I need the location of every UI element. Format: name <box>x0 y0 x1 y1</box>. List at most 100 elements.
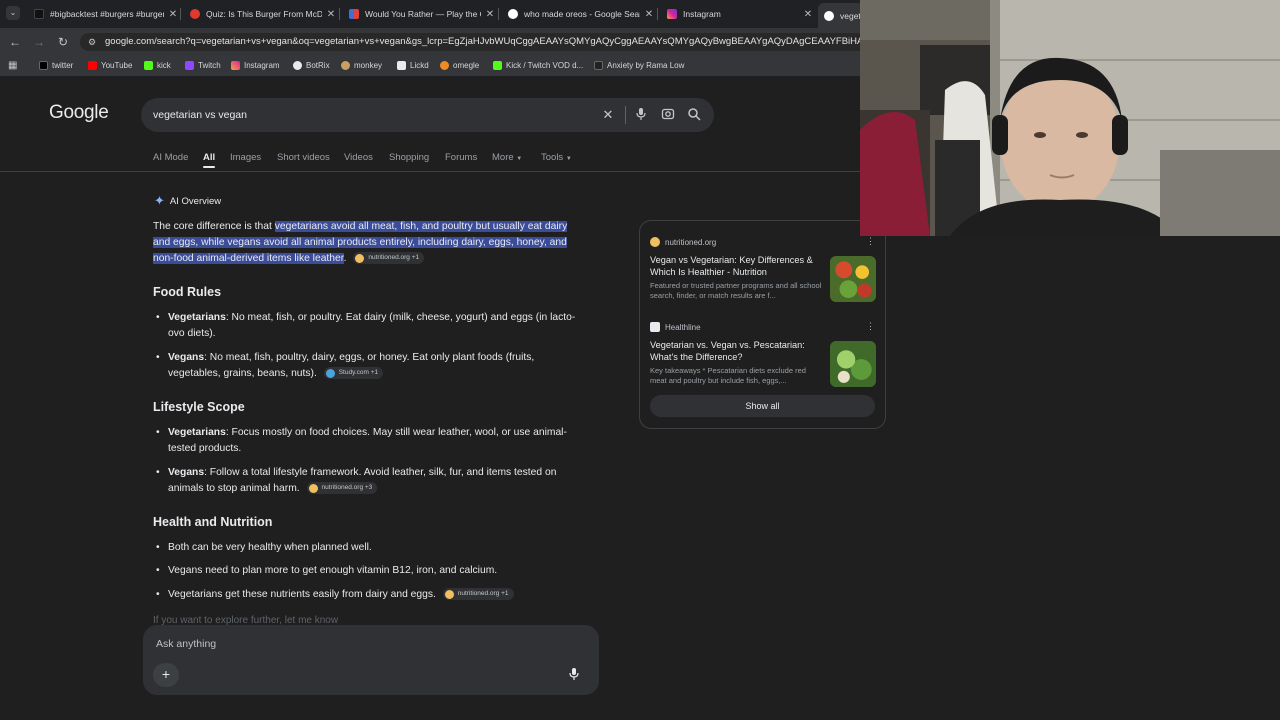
tab-1[interactable]: Quiz: Is This Burger From McDo ✕ <box>184 3 336 25</box>
tab-ai-mode[interactable]: AI Mode <box>153 152 188 163</box>
forward-arrow-icon[interactable]: → <box>31 34 47 50</box>
tab-videos[interactable]: Videos <box>344 152 373 163</box>
tab-separator <box>180 8 181 20</box>
more-options-icon[interactable]: ⋮ <box>866 236 875 247</box>
section-heading: Health and Nutrition <box>153 515 273 529</box>
list-item: Vegetarians: No meat, fish, or poultry. … <box>156 310 598 342</box>
close-icon[interactable]: ✕ <box>803 9 813 20</box>
tab-forums[interactable]: Forums <box>445 152 477 163</box>
site-info-icon[interactable]: ⚙ <box>88 37 98 47</box>
music-icon <box>594 61 603 70</box>
sparkle-icon: ✦ <box>154 193 165 208</box>
nutritioned-favicon-icon <box>355 253 365 263</box>
tab-title: who made oreos - Google Searc <box>524 9 640 19</box>
tab-0[interactable]: #bigbacktest #burgers #burger ✕ <box>28 3 178 25</box>
monkey-icon <box>341 61 350 70</box>
url-text[interactable]: google.com/search?q=vegetarian+vs+vegan&… <box>105 36 860 47</box>
tab-search-icon[interactable]: ⌄ <box>6 6 20 20</box>
bookmark-twitch[interactable]: Twitch <box>185 61 221 70</box>
plus-icon: + <box>161 666 171 682</box>
close-icon[interactable]: ✕ <box>644 9 654 20</box>
section-heading: Food Rules <box>153 285 222 299</box>
add-button[interactable]: + <box>153 663 179 687</box>
google-logo[interactable]: Google <box>49 102 109 124</box>
thumbnail-image[interactable] <box>830 341 876 387</box>
tab-separator <box>657 8 658 20</box>
list-item: Vegans: No meat, fish, poultry, dairy, e… <box>156 350 598 382</box>
tab-shopping[interactable]: Shopping <box>389 152 429 163</box>
highlighted-text: non-food animal-derived items like leath… <box>153 253 344 264</box>
would-you-rather-icon <box>349 9 359 19</box>
search-icon[interactable] <box>686 107 702 123</box>
close-icon[interactable]: ✕ <box>326 9 336 20</box>
twitch-icon <box>185 61 194 70</box>
reload-icon[interactable]: ↻ <box>55 34 71 50</box>
list-item: Vegans need to plan more to get enough v… <box>156 563 598 579</box>
show-all-button[interactable]: Show all <box>650 395 875 417</box>
tab-all[interactable]: All <box>203 152 215 163</box>
source-title-link[interactable]: Vegetarian vs. Vegan vs. Pescatarian: Wh… <box>650 339 822 363</box>
instagram-icon <box>667 9 677 19</box>
citation-chip[interactable]: nutritioned.org +1 <box>442 588 514 601</box>
dropdown-arrow-icon: ▼ <box>565 156 572 162</box>
tab-4[interactable]: Instagram ✕ <box>661 3 813 25</box>
nutritioned-favicon-icon <box>308 483 318 493</box>
nutritioned-favicon-icon <box>650 237 660 247</box>
bookmark-kick[interactable]: kick <box>144 61 171 70</box>
dropdown-arrow-icon: ▼ <box>516 156 523 162</box>
google-icon <box>508 9 518 19</box>
bookmark-youtube[interactable]: YouTube <box>88 61 132 70</box>
bookmark-botrix[interactable]: BotRix <box>293 61 330 70</box>
tab-images[interactable]: Images <box>230 152 261 163</box>
bookmark-twitter[interactable]: twitter <box>39 61 73 70</box>
list-item: Vegans: Follow a total lifestyle framewo… <box>156 465 598 497</box>
clear-icon[interactable]: ✕ <box>600 107 616 123</box>
bookmark-omegle[interactable]: omegle <box>440 61 479 70</box>
back-arrow-icon[interactable]: ← <box>7 34 23 50</box>
search-input[interactable]: vegetarian vs vegan <box>153 109 247 121</box>
ask-anything-box[interactable] <box>143 625 599 695</box>
tab-2[interactable]: Would You Rather — Play the Q ✕ <box>343 3 495 25</box>
apps-grid-icon[interactable]: ▦ <box>8 60 17 71</box>
close-icon[interactable]: ✕ <box>168 9 178 20</box>
quiz-site-icon <box>190 9 200 19</box>
source-title-link[interactable]: Vegan vs Vegetarian: Key Differences & W… <box>650 254 822 278</box>
source-label[interactable]: nutritioned.org <box>650 237 716 247</box>
more-options-icon[interactable]: ⋮ <box>866 321 875 332</box>
bookmark-kick-twitch-vod[interactable]: Kick / Twitch VOD d... <box>493 61 583 70</box>
bookmark-lickd[interactable]: Lickd <box>397 61 429 70</box>
source-label[interactable]: Healthline <box>650 322 701 332</box>
nutritioned-favicon-icon <box>444 589 454 599</box>
webcam-feed-image <box>860 0 1280 236</box>
bookmark-anxiety[interactable]: Anxiety by Rama Low <box>594 61 684 70</box>
ask-input[interactable]: Ask anything <box>156 638 216 650</box>
citation-chip[interactable]: Study.com +1 <box>323 367 384 380</box>
citation-chip[interactable]: nutritioned.org +3 <box>306 482 378 495</box>
tab-more[interactable]: More ▼ <box>492 152 522 163</box>
lens-camera-icon[interactable] <box>660 107 676 123</box>
search-divider <box>625 106 626 124</box>
highlighted-text: vegetarians avoid all meat, fish, and po… <box>274 221 568 232</box>
list-item: Vegetarians get these nutrients easily f… <box>156 587 598 603</box>
citation-chip[interactable]: nutritioned.org +1 <box>353 252 425 265</box>
tab-5-active[interactable]: veget <box>818 3 864 28</box>
bookmark-instagram[interactable]: Instagram <box>231 61 280 70</box>
microphone-icon[interactable] <box>567 667 581 683</box>
tab-short-videos[interactable]: Short videos <box>277 152 330 163</box>
tab-title: Would You Rather — Play the Q <box>365 9 481 19</box>
tab-title: #bigbacktest #burgers #burger <box>50 9 164 19</box>
active-tab-underline <box>203 166 215 168</box>
ai-overview-title: AI Overview <box>169 195 222 207</box>
list-item: Both can be very healthy when planned we… <box>156 540 598 556</box>
thumbnail-image[interactable] <box>830 256 876 302</box>
youtube-icon <box>88 61 97 70</box>
microphone-icon[interactable] <box>633 107 649 123</box>
tab-title: Quiz: Is This Burger From McDo <box>206 9 322 19</box>
tab-tools[interactable]: Tools ▼ <box>541 152 572 163</box>
instagram-icon <box>231 61 240 70</box>
tab-3[interactable]: who made oreos - Google Searc ✕ <box>502 3 654 25</box>
bookmark-monkey[interactable]: monkey <box>341 61 382 70</box>
close-icon[interactable]: ✕ <box>485 9 495 20</box>
tab-strip: ⌄ #bigbacktest #burgers #burger ✕ Quiz: … <box>0 0 864 28</box>
tiktok-icon <box>34 9 44 19</box>
